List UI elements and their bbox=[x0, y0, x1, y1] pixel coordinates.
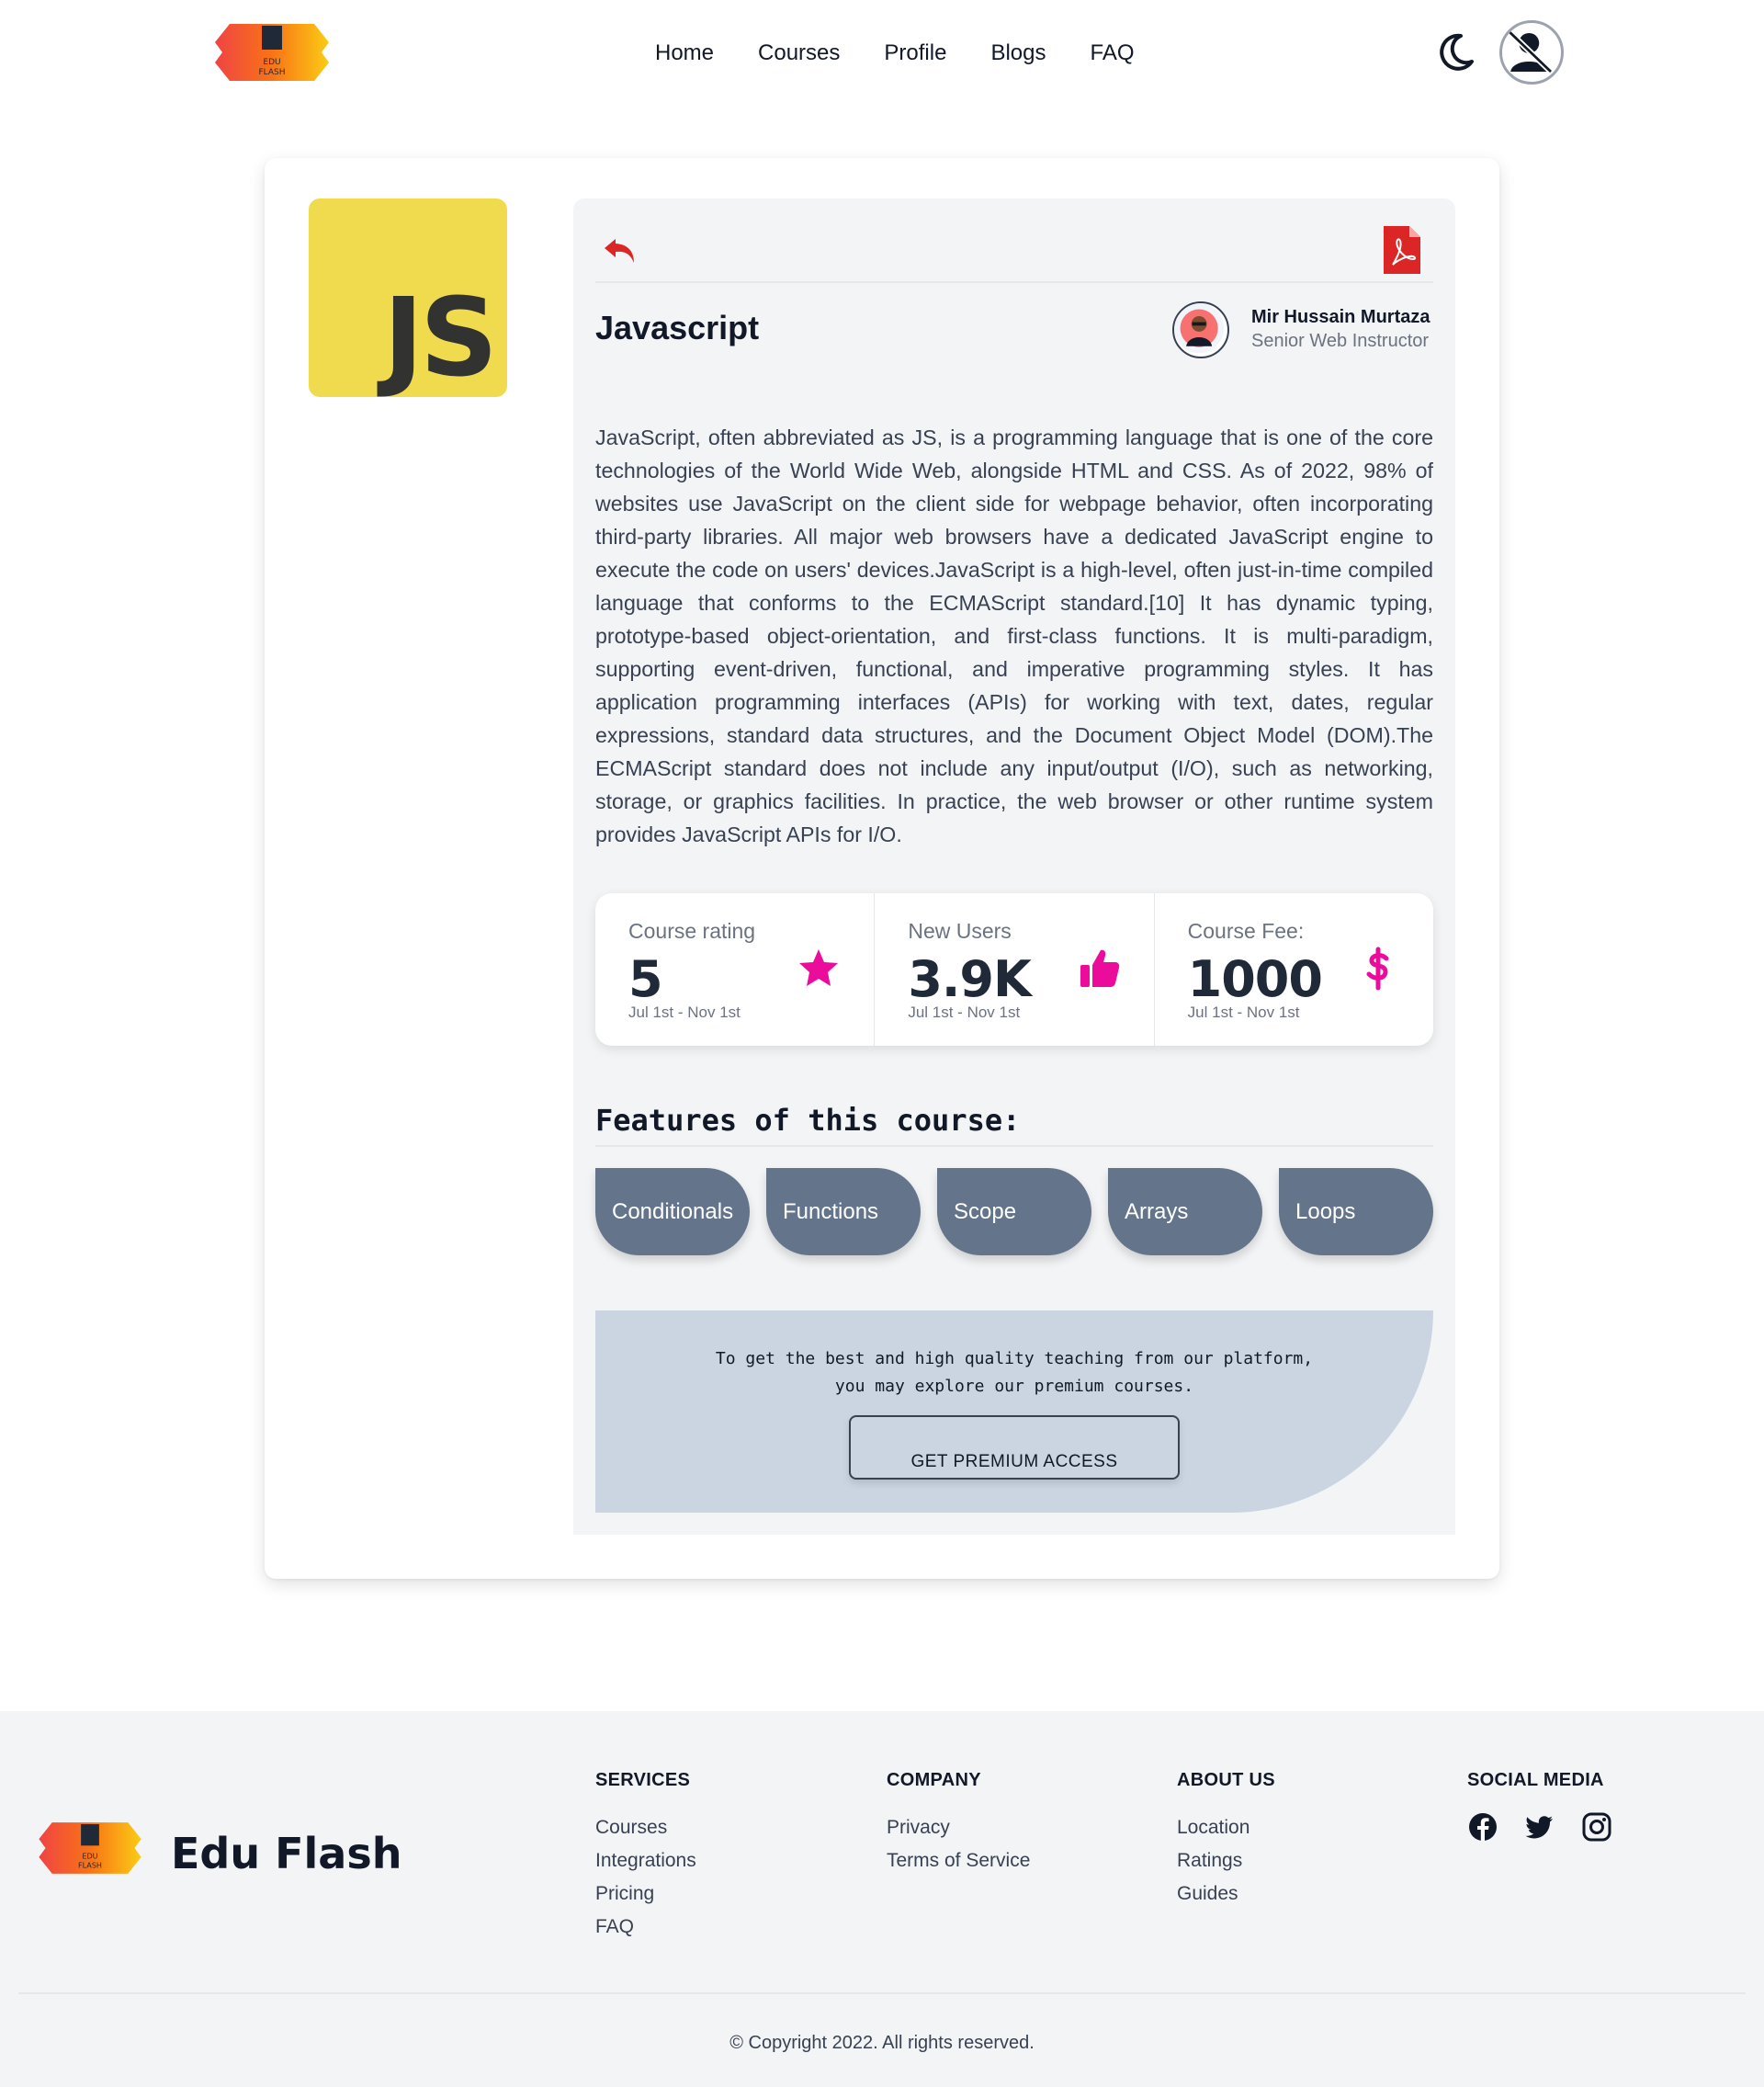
features-title: Features of this course: bbox=[595, 1103, 1021, 1138]
svg-text:EDU: EDU bbox=[82, 1853, 97, 1861]
stat-course-fee: Course Fee: 1000 Jul 1st - Nov 1st bbox=[1155, 893, 1433, 1046]
footer-link-courses[interactable]: Courses bbox=[595, 1811, 696, 1844]
nav-link-home[interactable]: Home bbox=[655, 40, 714, 66]
footer: EDU FLASH Edu Flash SERVICES Courses Int… bbox=[0, 1711, 1764, 2087]
nav-link-faq[interactable]: FAQ bbox=[1090, 40, 1134, 66]
instructor-avatar[interactable] bbox=[1172, 301, 1229, 358]
course-title: Javascript bbox=[595, 309, 760, 346]
stat-label: New Users bbox=[908, 919, 1012, 943]
panel-divider bbox=[595, 281, 1433, 283]
footer-link-privacy[interactable]: Privacy bbox=[887, 1811, 1030, 1844]
stat-value: 1000 bbox=[1187, 950, 1323, 1008]
premium-banner: To get the best and high quality teachin… bbox=[595, 1310, 1433, 1513]
stat-value: 3.9K bbox=[908, 950, 1032, 1008]
stat-new-users: New Users 3.9K Jul 1st - Nov 1st bbox=[875, 893, 1155, 1046]
footer-col-title: SOCIAL MEDIA bbox=[1467, 1770, 1604, 1790]
copyright: © Copyright 2022. All rights reserved. bbox=[729, 2033, 1035, 2053]
stat-label: Course rating bbox=[628, 919, 756, 943]
footer-col-title: SERVICES bbox=[595, 1770, 691, 1790]
footer-col-about: ABOUT US Location Ratings Guides bbox=[1177, 1770, 1275, 1911]
thumbs-up-icon bbox=[1080, 949, 1119, 987]
social-icons bbox=[1467, 1811, 1612, 1843]
course-stats: Course rating 5 Jul 1st - Nov 1st New Us… bbox=[595, 893, 1433, 1046]
svg-text:FLASH: FLASH bbox=[78, 1862, 102, 1870]
footer-link-integrations[interactable]: Integrations bbox=[595, 1844, 696, 1877]
footer-col-company: COMPANY Privacy Terms of Service bbox=[887, 1770, 1030, 1877]
user-slash-icon bbox=[1507, 28, 1554, 74]
moon-icon[interactable] bbox=[1433, 30, 1477, 74]
feature-pills: Conditionals Functions Scope Arrays Loop… bbox=[595, 1168, 1433, 1255]
footer-link-terms[interactable]: Terms of Service bbox=[887, 1844, 1030, 1877]
instructor-photo bbox=[1174, 303, 1225, 354]
svg-text:EDU: EDU bbox=[263, 58, 280, 67]
footer-link-faq[interactable]: FAQ bbox=[595, 1911, 696, 1944]
footer-brand: Edu Flash bbox=[171, 1829, 402, 1878]
stat-value: 5 bbox=[628, 950, 663, 1008]
instructor-role: Senior Web Instructor bbox=[1251, 331, 1430, 351]
svg-text:FLASH: FLASH bbox=[258, 68, 285, 77]
stat-label: Course Fee: bbox=[1187, 919, 1305, 943]
nav-link-blogs[interactable]: Blogs bbox=[990, 40, 1046, 66]
site-logo[interactable]: EDU FLASH bbox=[211, 17, 333, 88]
back-arrow-icon[interactable] bbox=[603, 232, 639, 268]
get-premium-button[interactable]: GET PREMIUM ACCESS bbox=[849, 1415, 1180, 1480]
premium-text: To get the best and high quality teachin… bbox=[595, 1345, 1433, 1401]
stat-period: Jul 1st - Nov 1st bbox=[908, 1004, 1021, 1021]
footer-col-title: ABOUT US bbox=[1177, 1770, 1275, 1790]
nav-links: Home Courses Profile Blogs FAQ bbox=[655, 40, 1135, 66]
navbar: EDU FLASH Home Courses Profile Blogs FAQ bbox=[0, 0, 1764, 114]
instagram-icon[interactable] bbox=[1581, 1811, 1612, 1843]
course-description: JavaScript, often abbreviated as JS, is … bbox=[595, 425, 1433, 846]
footer-col-title: COMPANY bbox=[887, 1770, 981, 1790]
nav-link-courses[interactable]: Courses bbox=[758, 40, 840, 66]
footer-logo[interactable]: EDU FLASH bbox=[35, 1816, 145, 1880]
footer-divider bbox=[18, 1992, 1746, 1994]
premium-text-line2: you may explore our premium courses. bbox=[834, 1377, 1194, 1396]
footer-link-guides[interactable]: Guides bbox=[1177, 1877, 1275, 1911]
features-divider bbox=[595, 1145, 1433, 1147]
course-logo-text: JS bbox=[383, 274, 498, 401]
feature-pill-conditionals[interactable]: Conditionals bbox=[595, 1168, 750, 1255]
nav-link-profile[interactable]: Profile bbox=[884, 40, 946, 66]
course-logo: JS bbox=[309, 198, 507, 401]
twitter-icon[interactable] bbox=[1524, 1811, 1555, 1843]
get-premium-button-label: GET PREMIUM ACCESS bbox=[910, 1452, 1118, 1471]
star-icon bbox=[799, 949, 839, 986]
footer-link-pricing[interactable]: Pricing bbox=[595, 1877, 696, 1911]
feature-pill-arrays[interactable]: Arrays bbox=[1108, 1168, 1262, 1255]
facebook-icon[interactable] bbox=[1467, 1811, 1498, 1843]
feature-pill-loops[interactable]: Loops bbox=[1279, 1168, 1433, 1255]
footer-link-ratings[interactable]: Ratings bbox=[1177, 1844, 1275, 1877]
footer-link-location[interactable]: Location bbox=[1177, 1811, 1275, 1844]
stat-period: Jul 1st - Nov 1st bbox=[628, 1004, 741, 1021]
feature-pill-scope[interactable]: Scope bbox=[937, 1168, 1091, 1255]
pdf-download-icon[interactable] bbox=[1382, 224, 1422, 276]
footer-col-social: SOCIAL MEDIA bbox=[1467, 1770, 1612, 1843]
user-avatar[interactable] bbox=[1499, 20, 1564, 85]
footer-col-services: SERVICES Courses Integrations Pricing FA… bbox=[595, 1770, 696, 1944]
stat-rating: Course rating 5 Jul 1st - Nov 1st bbox=[595, 893, 876, 1046]
instructor-name[interactable]: Mir Hussain Murtaza bbox=[1251, 307, 1430, 328]
stat-period: Jul 1st - Nov 1st bbox=[1187, 1004, 1300, 1021]
feature-pill-functions[interactable]: Functions bbox=[766, 1168, 921, 1255]
dollar-icon bbox=[1366, 947, 1389, 991]
premium-text-line1: To get the best and high quality teachin… bbox=[715, 1349, 1314, 1368]
